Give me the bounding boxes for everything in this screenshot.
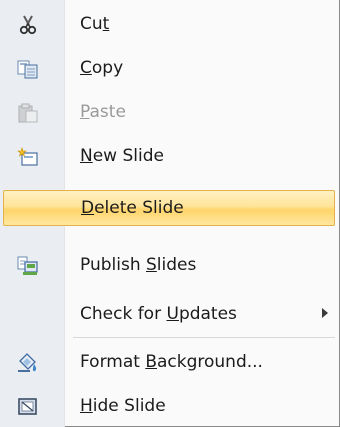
menu-item-label: Publish Slides xyxy=(80,255,197,275)
context-menu: Cut Copy Paste New Slide Delete Slide Pu… xyxy=(0,0,340,427)
menu-item-label: Paste xyxy=(80,102,126,122)
menu-item-label: Delete Slide xyxy=(81,198,184,218)
menu-item-label: Format Background... xyxy=(80,352,263,372)
menu-item-check-for-updates[interactable]: Check for Updates xyxy=(0,296,338,332)
scissors-icon xyxy=(17,15,39,35)
format-background-icon xyxy=(17,353,39,372)
menu-item-hide-slide[interactable]: Hide Slide xyxy=(0,388,338,424)
copy-icon xyxy=(17,59,39,79)
publish-slides-icon xyxy=(17,256,39,275)
new-slide-icon xyxy=(17,147,39,166)
menu-item-publish-slides[interactable]: Publish Slides xyxy=(0,247,338,283)
paste-icon xyxy=(17,103,39,123)
menu-item-copy[interactable]: Copy xyxy=(0,50,338,86)
hide-slide-icon xyxy=(17,397,39,415)
menu-item-label: Hide Slide xyxy=(80,396,166,416)
menu-item-label: New Slide xyxy=(80,146,164,166)
menu-item-cut[interactable]: Cut xyxy=(0,6,338,42)
menu-item-label: Check for Updates xyxy=(80,304,237,324)
menu-item-new-slide[interactable]: New Slide xyxy=(0,138,338,174)
menu-item-format-background[interactable]: Format Background... xyxy=(0,344,338,380)
menu-item-label: Cut xyxy=(80,14,110,34)
menu-item-delete-slide[interactable]: Delete Slide xyxy=(3,190,335,226)
menu-item-paste[interactable]: Paste xyxy=(0,94,338,130)
menu-separator xyxy=(73,337,335,338)
menu-item-label: Copy xyxy=(80,58,124,78)
submenu-arrow-icon xyxy=(322,308,328,318)
